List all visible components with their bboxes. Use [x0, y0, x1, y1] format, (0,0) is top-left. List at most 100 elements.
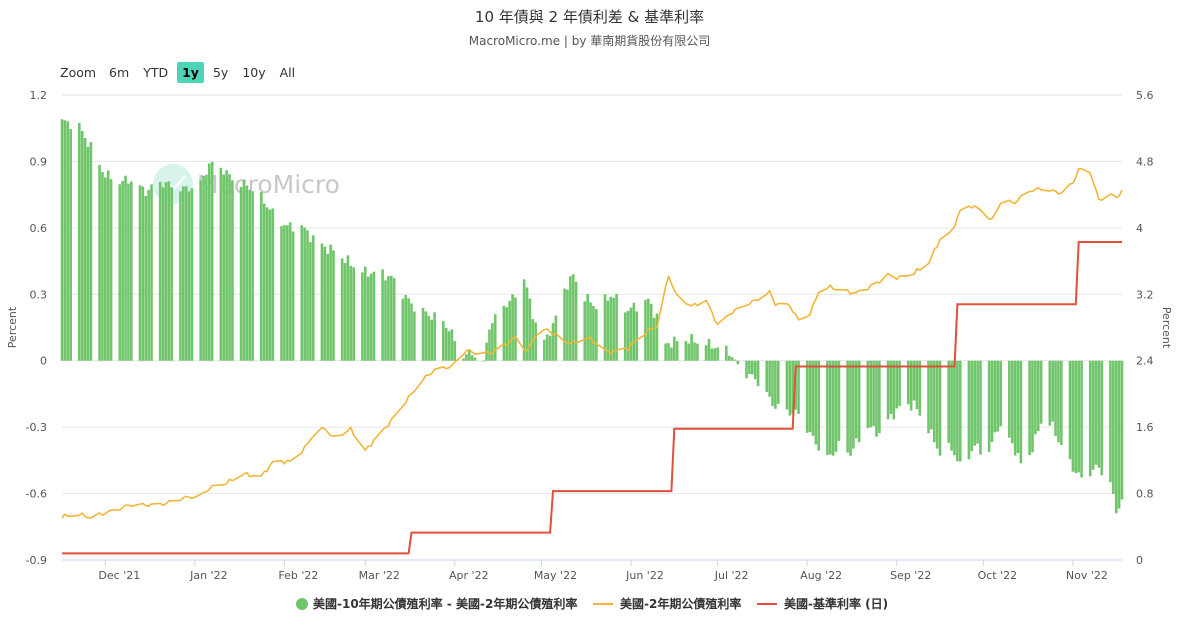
spread-bar: [675, 341, 679, 361]
spread-bar: [776, 360, 780, 404]
spread-bar: [329, 244, 332, 361]
spread-bar: [716, 347, 719, 361]
spread-bar: [684, 341, 688, 361]
spread-bar: [248, 189, 252, 361]
spread-bar: [121, 181, 124, 361]
spread-bar: [349, 265, 353, 361]
spread-bar: [892, 360, 896, 420]
spread-bar: [473, 357, 477, 361]
spread-bar: [733, 359, 737, 361]
spread-bar: [707, 338, 711, 361]
spread-bar: [280, 226, 283, 361]
spread-bar: [736, 360, 740, 365]
spread-bar: [878, 360, 881, 434]
spread-bar: [511, 294, 514, 361]
spread-bar: [632, 302, 636, 361]
spread-bar: [219, 167, 223, 361]
spread-bar: [407, 298, 410, 361]
spread-bar: [83, 138, 87, 361]
spread-bar: [80, 131, 84, 361]
spread-bar: [205, 174, 208, 361]
spread-bar: [609, 296, 613, 361]
spread-bar: [410, 303, 413, 361]
spread-bar: [1112, 360, 1115, 494]
spread-bar: [78, 122, 81, 361]
spread-bar: [101, 171, 104, 361]
spread-bar: [1048, 360, 1052, 426]
spread-bar: [427, 315, 431, 361]
x-tick-label: Jun '22: [625, 569, 664, 582]
spread-bar: [886, 360, 890, 420]
spread-bar: [228, 174, 231, 361]
chart-canvas[interactable]: MacroMicro 1.2 0.9 0.6 0.3 0 -0.3 -0.6 -0.9 5.6 4…: [0, 0, 1179, 624]
spread-bar: [251, 191, 254, 361]
spread-bar: [797, 360, 800, 414]
spread-bar: [852, 360, 855, 449]
spread-bar: [421, 307, 425, 361]
spread-bar: [710, 348, 714, 361]
spread-bar: [1094, 360, 1098, 465]
spread-bar: [239, 186, 243, 361]
spread-bar: [1097, 360, 1101, 468]
spread-bar: [467, 349, 471, 361]
spread-bar: [141, 186, 145, 361]
spread-bar: [551, 322, 555, 361]
spread-bar: [1074, 360, 1078, 474]
spread-bar: [340, 258, 344, 361]
spread-bar: [1034, 360, 1037, 435]
y-right-tick-label: 0.8: [1136, 488, 1154, 501]
legend-fed-rate-label: 美國-基準利率 (日): [784, 596, 888, 611]
spread-bar: [441, 321, 445, 361]
spread-bar: [306, 230, 309, 361]
spread-bar: [447, 331, 451, 361]
spread-bar: [849, 360, 852, 456]
spread-bar: [953, 360, 956, 456]
y-left-tick-label: -0.3: [26, 421, 47, 434]
spread-bar: [545, 334, 549, 361]
spread-bar: [1091, 360, 1095, 470]
spread-bar: [667, 343, 670, 361]
spread-bar: [589, 302, 592, 361]
spread-bar: [979, 360, 982, 455]
spread-bar: [967, 360, 971, 460]
spread-bar: [895, 360, 899, 409]
spread-bar: [502, 305, 506, 361]
spread-bar: [352, 267, 356, 361]
spread-bar: [999, 360, 1002, 427]
x-tick-label: May '22: [534, 569, 577, 582]
spread-bar: [1019, 360, 1023, 464]
spread-bar: [89, 142, 93, 361]
spread-bar: [242, 179, 246, 361]
spread-bar: [947, 360, 951, 443]
spread-bar: [595, 308, 598, 361]
spread-bar: [834, 360, 838, 452]
spread-bar: [424, 311, 428, 361]
spread-bar: [1028, 360, 1031, 456]
spread-bar: [346, 255, 350, 361]
spread-bar: [872, 360, 875, 427]
spread-bar: [592, 305, 595, 361]
spread-bar: [935, 360, 939, 449]
spread-bar: [785, 360, 789, 410]
spread-bar: [63, 120, 67, 361]
spread-bar: [493, 314, 497, 361]
spread-bar: [987, 360, 991, 453]
spread-bar: [311, 235, 315, 361]
spread-bar: [750, 360, 754, 375]
spread-bar: [571, 274, 575, 361]
spread-bar: [976, 360, 979, 444]
spread-bar: [1051, 360, 1054, 422]
spread-bar: [323, 246, 327, 361]
spread-bar: [210, 161, 214, 361]
spread-bar: [814, 360, 818, 445]
y-right-tick-label: 1.6: [1136, 421, 1154, 434]
x-tick-label: Jul '22: [714, 569, 749, 582]
spread-bar: [583, 301, 587, 361]
spread-bar: [727, 355, 731, 361]
spread-bar: [369, 273, 373, 361]
spread-bar: [387, 276, 390, 361]
spread-bar: [404, 294, 408, 361]
spread-bar: [673, 336, 676, 361]
spread-bar: [184, 186, 188, 361]
x-tick-label: Apr '22: [449, 569, 489, 582]
